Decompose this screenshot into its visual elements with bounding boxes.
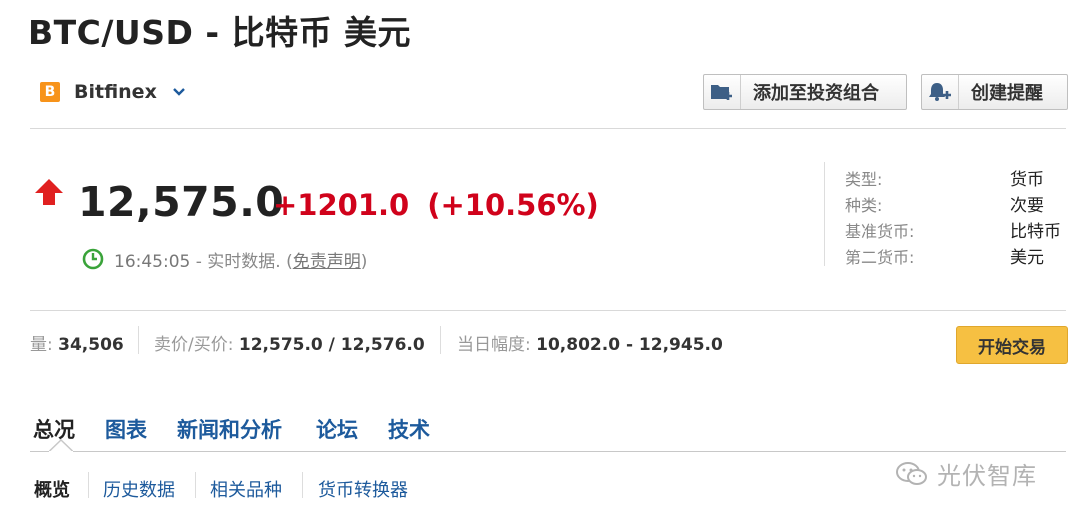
info-label-category: 种类: <box>845 196 883 215</box>
watermark-text: 光伏智库 <box>937 462 1037 490</box>
info-value-type: 货币 <box>1010 170 1044 190</box>
divider <box>30 310 1066 311</box>
day-range-value: 10,802.0 - 12,945.0 <box>536 335 723 355</box>
bell-add-icon <box>922 75 959 109</box>
create-alert-button[interactable]: 创建提醒 <box>921 74 1068 110</box>
realtime-text: - 实时数据. ( <box>195 252 293 272</box>
folder-add-icon <box>704 75 741 109</box>
start-trading-button[interactable]: 开始交易 <box>956 326 1068 364</box>
bid-ask-label: 卖价/买价: <box>154 335 234 355</box>
info-label-type: 类型: <box>845 170 883 189</box>
stat-bid-ask: 卖价/买价: 12,575.0 / 12,576.0 <box>154 330 425 355</box>
disclaimer-link[interactable]: 免责声明 <box>293 252 361 272</box>
wechat-icon <box>896 461 927 485</box>
divider <box>138 326 139 354</box>
subtab-currency-converter[interactable]: 货币转换器 <box>318 476 408 502</box>
divider <box>88 472 89 498</box>
close-paren: ) <box>360 252 368 272</box>
divider <box>824 162 825 266</box>
change-percent: (+10.56%) <box>427 188 599 222</box>
clock-icon <box>82 248 104 270</box>
add-to-portfolio-button[interactable]: 添加至投资组合 <box>703 74 907 110</box>
divider <box>302 472 303 498</box>
divider <box>440 326 441 354</box>
watermark: 光伏智库 <box>895 456 1037 491</box>
info-value-base-currency: 比特币 <box>1010 222 1061 242</box>
change-value: +1201.0 <box>273 188 410 222</box>
exchange-selector[interactable]: B Bitfinex <box>40 78 187 106</box>
divider <box>195 472 196 498</box>
info-label-second-currency: 第二货币: <box>845 248 915 267</box>
volume-value: 34,506 <box>58 335 124 355</box>
tab-chart[interactable]: 图表 <box>105 414 147 444</box>
add-to-portfolio-label: 添加至投资组合 <box>753 83 879 104</box>
quote-time-line: 16:45:05 - 实时数据. (免责声明) <box>114 247 367 272</box>
tab-news-analysis[interactable]: 新闻和分析 <box>177 414 282 444</box>
bitfinex-logo-icon: B <box>40 82 60 102</box>
tab-forum[interactable]: 论坛 <box>316 414 358 444</box>
info-value-second-currency: 美元 <box>1010 248 1044 268</box>
create-alert-label: 创建提醒 <box>971 83 1043 104</box>
arrow-up-icon <box>35 179 63 205</box>
last-price: 12,575.0 <box>78 178 285 226</box>
volume-label: 量: <box>30 335 53 355</box>
tab-technical[interactable]: 技术 <box>388 414 430 444</box>
subtab-related-instruments[interactable]: 相关品种 <box>210 476 282 502</box>
info-label-base-currency: 基准货币: <box>845 222 915 241</box>
quote-time: 16:45:05 <box>114 252 191 272</box>
stat-day-range: 当日幅度: 10,802.0 - 12,945.0 <box>457 330 723 355</box>
divider <box>30 451 1066 452</box>
subtab-historical-data[interactable]: 历史数据 <box>103 476 175 502</box>
price-change: +1201.0 (+10.56%) <box>273 188 599 222</box>
exchange-name: Bitfinex <box>74 81 157 103</box>
info-value-category: 次要 <box>1010 196 1044 216</box>
chevron-down-icon <box>172 88 185 96</box>
divider <box>30 128 1066 129</box>
stat-volume: 量: 34,506 <box>30 330 124 355</box>
page-title: BTC/USD - 比特币 美元 <box>28 13 412 52</box>
active-tab-caret-icon <box>49 438 73 452</box>
bid-ask-value: 12,575.0 / 12,576.0 <box>238 335 425 355</box>
day-range-label: 当日幅度: <box>457 335 531 355</box>
subtab-summary[interactable]: 概览 <box>34 476 70 502</box>
